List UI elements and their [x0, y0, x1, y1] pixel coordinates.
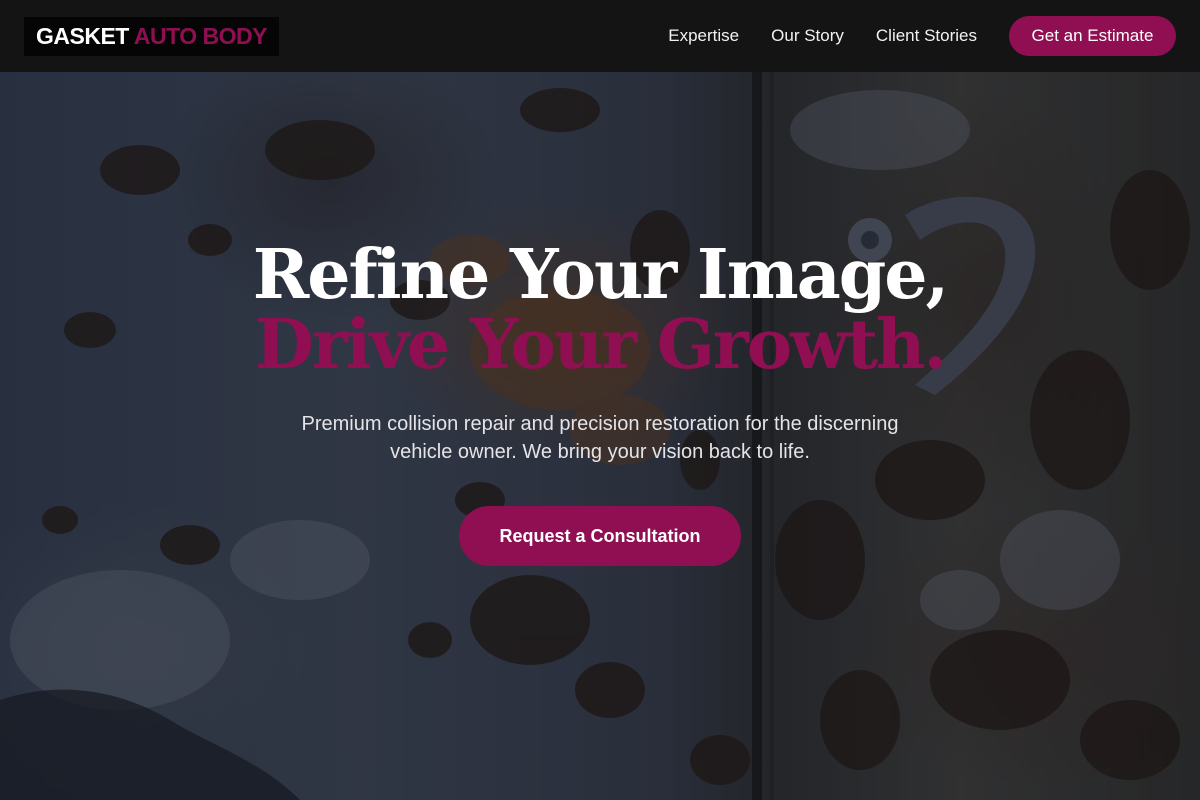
hero-section: Refine Your Image, Drive Your Growth. Pr… — [0, 240, 1200, 566]
hero-headline: Refine Your Image, Drive Your Growth. — [0, 240, 1200, 380]
get-estimate-button[interactable]: Get an Estimate — [1009, 16, 1176, 56]
nav-link-client-stories[interactable]: Client Stories — [876, 26, 977, 46]
brand-name-primary: GASKET — [36, 22, 129, 49]
hero-headline-line2: Drive Your Growth. — [254, 305, 947, 385]
request-consultation-button[interactable]: Request a Consultation — [459, 506, 741, 566]
brand-name-accent: AUTO BODY — [133, 22, 268, 49]
hero-headline-line1: Refine Your Image, — [252, 235, 949, 315]
site-header: GASKET AUTO BODY Expertise Our Story Cli… — [0, 0, 1200, 72]
main-nav: Expertise Our Story Client Stories Get a… — [636, 16, 1176, 56]
brand-logo[interactable]: GASKET AUTO BODY — [24, 16, 279, 56]
nav-link-expertise[interactable]: Expertise — [668, 26, 739, 46]
nav-link-our-story[interactable]: Our Story — [771, 26, 844, 46]
hero-subtext: Premium collision repair and precision r… — [301, 413, 899, 463]
